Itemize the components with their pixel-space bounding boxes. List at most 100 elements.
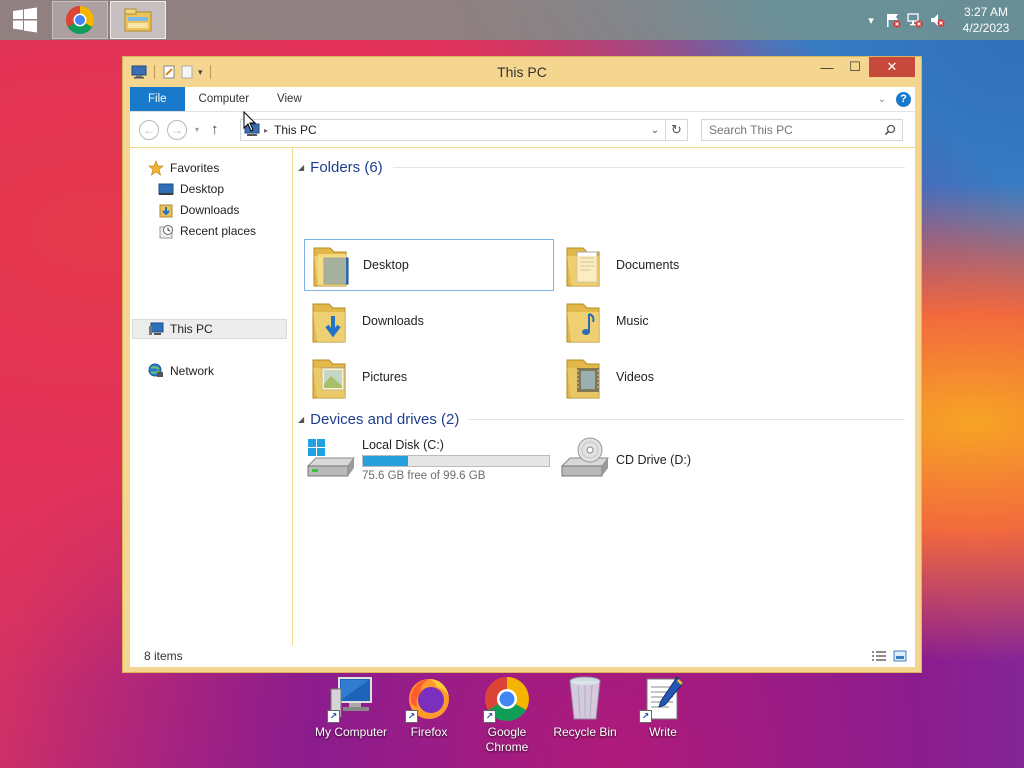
volume-muted-icon[interactable]	[926, 9, 948, 31]
recycle-bin-icon	[561, 675, 609, 723]
folder-tile-documents[interactable]: Documents	[558, 239, 808, 291]
taskbar-file-explorer-button[interactable]	[110, 1, 166, 39]
system-tray: ▾ 3:27 AM 4/2/2023	[860, 0, 1024, 40]
quick-access-toolbar: ▾	[123, 65, 214, 79]
mouse-cursor-icon	[243, 111, 257, 132]
drive-cd-d[interactable]: CD Drive (D:)	[558, 434, 691, 486]
music-folder-icon	[560, 297, 610, 345]
taskbar-clock[interactable]: 3:27 AM 4/2/2023	[948, 4, 1024, 36]
folder-videos-label: Videos	[616, 370, 654, 384]
new-folder-icon[interactable]	[180, 65, 194, 79]
drive-c-free-space: 75.6 GB free of 99.6 GB	[362, 470, 486, 482]
cd-drive-icon	[558, 436, 610, 484]
search-input[interactable]	[702, 123, 872, 137]
recent-locations-chevron-icon[interactable]: ▾	[195, 125, 199, 134]
folder-tile-downloads[interactable]: Downloads	[304, 295, 554, 347]
videos-folder-icon	[560, 353, 610, 401]
nav-this-pc[interactable]: This PC	[132, 319, 287, 339]
collapse-triangle-icon[interactable]: ◢	[298, 415, 304, 424]
large-icons-view-icon[interactable]	[893, 650, 907, 662]
folder-tile-videos[interactable]: Videos	[558, 351, 808, 403]
network-icon	[148, 363, 164, 378]
start-button[interactable]	[0, 0, 50, 40]
downloads-small-icon	[158, 203, 174, 217]
item-count: 8 items	[144, 649, 183, 663]
properties-icon[interactable]	[162, 65, 176, 79]
desktop-icon-write[interactable]: ↗ Write	[624, 675, 702, 740]
this-pc-nav-icon	[148, 322, 164, 336]
refresh-button[interactable]: ↻	[665, 119, 688, 141]
taskbar-chrome-button[interactable]	[52, 1, 108, 39]
desktop-small-icon	[158, 182, 174, 196]
chrome-desktop-icon: ↗	[483, 675, 531, 723]
breadcrumb-separator-icon[interactable]: ▸	[264, 126, 268, 135]
folder-tile-desktop[interactable]: Desktop	[304, 239, 554, 291]
minimize-button[interactable]: —	[813, 57, 841, 77]
folders-group-header[interactable]: ◢ Folders (6)	[293, 157, 905, 177]
folder-tile-music[interactable]: Music	[558, 295, 808, 347]
desktop-icon-my-computer-label: My Computer	[314, 725, 388, 739]
star-icon	[148, 160, 164, 176]
desktop-icon-recycle-bin[interactable]: Recycle Bin	[546, 675, 624, 740]
folder-tile-pictures[interactable]: Pictures	[304, 351, 554, 403]
close-button[interactable]: ✕	[869, 57, 915, 77]
file-explorer-icon	[124, 8, 152, 32]
network-status-icon[interactable]	[904, 9, 926, 31]
nav-favorites-label: Favorites	[170, 161, 220, 175]
window-title: This PC	[497, 64, 547, 80]
folders-group-label: Folders (6)	[310, 158, 383, 176]
details-view-icon[interactable]	[871, 650, 887, 662]
folder-pictures-label: Pictures	[362, 370, 408, 384]
devices-group-label: Devices and drives (2)	[310, 410, 460, 428]
desktop-icon-google-chrome[interactable]: ↗ Google Chrome	[468, 675, 546, 755]
shortcut-arrow-icon: ↗	[327, 710, 340, 723]
desktop-folder-icon	[307, 241, 357, 289]
file-explorer-window: ▾ This PC — ☐ ✕ File Computer View ⌄ ? ←…	[122, 56, 922, 673]
desktop-icon-my-computer[interactable]: ↗ My Computer	[312, 675, 390, 740]
computer-small-icon	[131, 65, 147, 79]
search-box[interactable]	[701, 119, 903, 141]
ribbon-tabs: File Computer View ⌄ ?	[130, 87, 915, 111]
back-button[interactable]: ←	[139, 119, 159, 140]
hard-drive-icon	[304, 436, 356, 484]
nav-downloads[interactable]: Downloads	[158, 200, 239, 220]
pictures-folder-icon	[306, 353, 356, 401]
address-bar[interactable]: ▸ This PC ⌄	[240, 119, 688, 141]
window-titlebar[interactable]: ▾ This PC — ☐ ✕	[123, 57, 921, 87]
tab-view[interactable]: View	[263, 87, 316, 111]
action-center-flag-icon[interactable]	[882, 9, 904, 31]
expand-ribbon-chevron-icon[interactable]: ⌄	[878, 94, 886, 105]
folder-desktop-label: Desktop	[363, 258, 409, 272]
folder-documents-label: Documents	[616, 258, 680, 272]
nav-recent-places[interactable]: Recent places	[158, 221, 256, 241]
nav-network[interactable]: Network	[148, 361, 214, 381]
clock-time: 3:27 AM	[963, 5, 1009, 19]
documents-folder-icon	[560, 241, 610, 289]
desktop-icon-firefox-label: Firefox	[410, 725, 448, 739]
nav-recent-places-label: Recent places	[180, 224, 257, 238]
window-controls: — ☐ ✕	[813, 57, 915, 77]
downloads-folder-icon	[306, 297, 356, 345]
maximize-button[interactable]: ☐	[841, 57, 869, 77]
clock-date: 4/2/2023	[962, 21, 1010, 35]
forward-button[interactable]: →	[167, 119, 187, 140]
up-button[interactable]: ↑	[211, 121, 219, 138]
drive-local-disk-c[interactable]: Local Disk (C:) 75.6 GB free of 99.6 GB	[304, 434, 550, 486]
help-icon[interactable]: ?	[896, 91, 911, 107]
collapse-triangle-icon[interactable]: ◢	[298, 163, 304, 172]
content-pane: ◢ Folders (6) Desktop Documents Download…	[293, 148, 915, 652]
drive-c-usage-fill	[363, 456, 408, 466]
breadcrumb-this-pc[interactable]: This PC	[274, 123, 317, 137]
nav-desktop[interactable]: Desktop	[158, 179, 224, 199]
desktop-icon-firefox[interactable]: ↗ Firefox	[390, 675, 468, 740]
tab-file[interactable]: File	[130, 87, 185, 111]
nav-favorites[interactable]: Favorites	[148, 158, 219, 178]
customize-toolbar-icon[interactable]: ▾	[198, 67, 203, 78]
nav-desktop-label: Desktop	[180, 182, 225, 196]
tab-computer[interactable]: Computer	[185, 87, 264, 111]
shortcut-arrow-icon: ↗	[405, 710, 418, 723]
devices-group-header[interactable]: ◢ Devices and drives (2)	[293, 409, 905, 429]
address-dropdown-icon[interactable]: ⌄	[647, 125, 663, 136]
show-hidden-icons-icon[interactable]: ▾	[860, 9, 882, 31]
search-icon[interactable]	[884, 124, 896, 136]
